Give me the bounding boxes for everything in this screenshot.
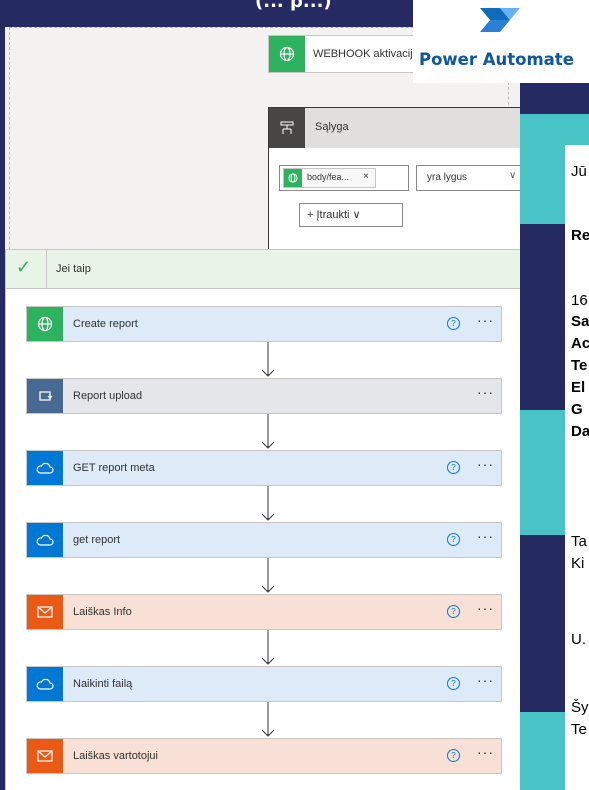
arrow-down-icon: [261, 558, 275, 593]
action-card[interactable]: Report upload ···: [26, 378, 502, 414]
email-text-line: Re: [571, 227, 589, 244]
action-label: GET report meta: [73, 462, 155, 474]
action-card[interactable]: Laiškas vartotojui? ···: [26, 738, 502, 774]
condition-header[interactable]: Sąlyga: [269, 108, 520, 148]
email-text-line: Ki: [571, 555, 585, 572]
email-text-line: Da: [571, 423, 589, 440]
chevron-down-icon: ∨: [509, 170, 517, 181]
action-label: Create report: [73, 318, 138, 330]
help-icon[interactable]: ?: [447, 749, 460, 762]
insert-button[interactable]: + Įtraukti ∨: [299, 203, 403, 227]
email-text-line: Te: [571, 721, 587, 738]
email-text-line: El: [571, 379, 586, 396]
power-automate-logo: Power Automate: [413, 0, 589, 83]
help-icon[interactable]: ?: [447, 605, 460, 618]
action-card[interactable]: Create report? ···: [26, 306, 502, 342]
globe-icon: [27, 307, 63, 341]
email-text-line: Ta: [571, 533, 587, 550]
action-card[interactable]: get report? ···: [26, 522, 502, 558]
onedrive-cloud-icon: [27, 523, 63, 557]
condition-label: Sąlyga: [315, 121, 349, 133]
onedrive-cloud-icon: [27, 451, 63, 485]
arrow-down-icon: [261, 486, 275, 521]
token-remove-icon[interactable]: ×: [363, 171, 369, 182]
help-icon[interactable]: ?: [447, 533, 460, 546]
email-text-line: 16: [571, 292, 588, 309]
action-label: Report upload: [73, 390, 143, 402]
email-text-line: Te: [571, 357, 588, 374]
trigger-label: WEBHOOK aktivacija: [313, 48, 419, 60]
email-text-line: Ac: [571, 335, 589, 352]
header-divider: [46, 250, 47, 288]
action-label: Laiškas Info: [73, 606, 132, 618]
yes-branch: ✓ Jei taip Create report? ··· Report uploa…: [5, 249, 520, 790]
flow-canvas: WEBHOOK aktivacija + ↓ Sąlyga body/fea..…: [5, 27, 520, 790]
more-options-icon[interactable]: ···: [477, 456, 494, 472]
email-text-line: Jū: [571, 163, 587, 180]
yes-branch-header[interactable]: ✓ Jei taip: [6, 250, 520, 289]
more-options-icon[interactable]: ···: [477, 528, 494, 544]
arrow-down-icon: [261, 414, 275, 449]
trigger-card[interactable]: WEBHOOK aktivacija: [268, 35, 422, 73]
arrow-down-icon: [261, 630, 275, 665]
more-options-icon[interactable]: ···: [477, 672, 494, 688]
yes-branch-label: Jei taip: [56, 263, 91, 275]
mail-icon: [27, 595, 63, 629]
more-options-icon[interactable]: ···: [477, 384, 494, 400]
email-text-line: G: [571, 401, 583, 418]
globe-icon: [269, 36, 305, 72]
action-label: Laiškas vartotojui: [73, 750, 158, 762]
email-text-line: Sa: [571, 313, 589, 330]
more-options-icon[interactable]: ···: [477, 312, 494, 328]
insert-label: Įtraukti: [316, 209, 350, 221]
slide-title: (... p...): [255, 0, 332, 12]
more-options-icon[interactable]: ···: [477, 744, 494, 760]
checkmark-icon: ✓: [16, 257, 32, 277]
email-preview: Jū Re 16 Sa Ac Te El G Da Ta Ki U. Šy Te: [565, 145, 589, 790]
mail-icon: [27, 739, 63, 773]
token-label: body/fea...: [307, 172, 350, 182]
action-card[interactable]: Naikinti failą? ···: [26, 666, 502, 702]
action-card[interactable]: Laiškas Info? ···: [26, 594, 502, 630]
arrow-down-icon: [261, 342, 275, 377]
loop-icon: [27, 379, 63, 413]
email-text-line: U.: [571, 631, 586, 648]
logo-text: Power Automate: [419, 50, 574, 69]
email-text-line: Šy: [571, 699, 589, 716]
help-icon[interactable]: ?: [447, 461, 460, 474]
condition-icon: [269, 108, 305, 148]
action-label: Naikinti failą: [73, 678, 133, 690]
operator-value: yra lygus: [427, 172, 468, 183]
more-options-icon[interactable]: ···: [477, 600, 494, 616]
arrow-down-icon: [261, 702, 275, 737]
globe-icon: [284, 169, 302, 187]
action-card[interactable]: GET report meta? ···: [26, 450, 502, 486]
condition-left-operand[interactable]: body/fea... ×: [279, 165, 409, 191]
onedrive-cloud-icon: [27, 667, 63, 701]
condition-card[interactable]: Sąlyga body/fea... × yra lygus ∨ + Įtrau…: [268, 107, 520, 270]
dynamic-content-token[interactable]: body/fea... ×: [283, 168, 376, 188]
help-icon[interactable]: ?: [447, 317, 460, 330]
action-label: get report: [73, 534, 121, 546]
chevron-down-icon: ∨: [349, 209, 361, 221]
power-automate-icon: [480, 8, 520, 32]
help-icon[interactable]: ?: [447, 677, 460, 690]
condition-operator-select[interactable]: yra lygus ∨: [416, 165, 520, 191]
